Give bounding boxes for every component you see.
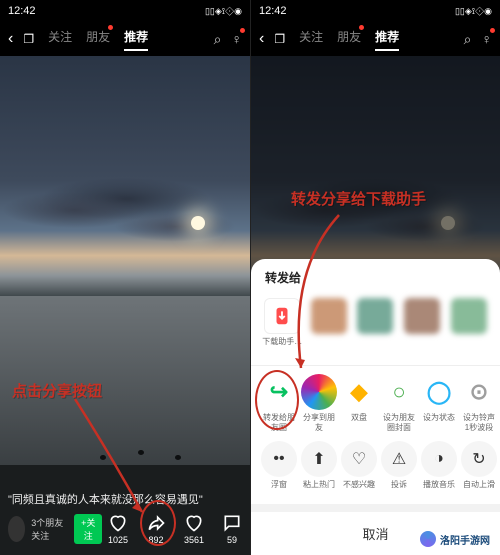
sheet-action-label: 转发给朋友圈 — [261, 413, 297, 433]
sheet-action-label: 设为状态 — [423, 413, 455, 433]
sheet-action-label: 设为朋友圈封面 — [381, 413, 417, 433]
windows-icon[interactable]: ❐ — [23, 32, 34, 46]
video-content[interactable]: "同频且真诚的人本来就没那么容易遇见" 3个朋友关注 +关注 1025 892 — [0, 56, 250, 555]
tab-recommend[interactable]: 推荐 — [375, 28, 399, 51]
dislike-icon: ♡ — [341, 441, 377, 477]
auto-play-icon: ↻ — [461, 441, 497, 477]
tab-follow[interactable]: 关注 — [299, 28, 323, 51]
heart-icon — [108, 513, 128, 533]
notification-dot — [240, 28, 245, 33]
windows-icon[interactable]: ❐ — [274, 32, 285, 46]
sheet-actions-row-1: ↪ 转发给朋友圈分享到朋友◆ 双盘 ○ 设为朋友圈封面◯ 设为状态 ⊙ 设为铃声 1秒波段 — [251, 370, 500, 437]
sheet-action-set-status[interactable]: ◯ 设为状态 — [421, 374, 457, 433]
sheet-title: 转发给 — [251, 269, 500, 294]
sheet-action-label: 设为铃声 1秒波段 — [461, 413, 497, 433]
sheet-action-dislike[interactable]: ♡ 不感兴趣 — [341, 441, 377, 500]
top-nav: ‹ ❐ 关注 朋友 推荐 ⌕ ♀ — [0, 22, 250, 56]
contact-blurred[interactable] — [401, 298, 444, 357]
more-icon: •• — [261, 441, 297, 477]
sheet-contacts-row: 下载助手… — [251, 294, 500, 361]
tab-friends[interactable]: 朋友 — [86, 28, 110, 51]
report-icon: ⚠ — [381, 441, 417, 477]
contact-blurred[interactable] — [354, 298, 397, 357]
ringtone-icon: ⊙ — [461, 374, 497, 410]
notification-dot — [108, 25, 113, 30]
sheet-action-hot[interactable]: ⬆ 粘上热门 — [301, 441, 337, 500]
sheet-action-label: 自动上滑 — [463, 480, 495, 500]
search-icon[interactable]: ⌕ — [464, 31, 472, 48]
sheet-action-set-cover[interactable]: ○ 设为朋友圈封面 — [381, 374, 417, 433]
status-time: 12:42 — [259, 5, 287, 17]
sheet-action-label: 浮窗 — [271, 480, 287, 500]
fav-count: 3561 — [184, 535, 204, 545]
heart-icon — [184, 513, 204, 533]
contact-label: 下载助手… — [262, 337, 302, 357]
share-icon — [146, 513, 166, 533]
watermark-text: 洛阳手游网 — [440, 532, 490, 547]
contact-download-helper[interactable]: 下载助手… — [261, 298, 304, 357]
notification-dot — [359, 25, 364, 30]
status-bar: 12:42 ▯▯◈⟟⟐◉ — [0, 0, 250, 22]
sheet-action-ringtone[interactable]: ⊙ 设为铃声 1秒波段 — [461, 374, 497, 433]
share-friend-icon — [301, 374, 337, 410]
friends-follow-label: 3个朋友关注 — [31, 516, 64, 542]
like-count: 1025 — [108, 535, 128, 545]
status-icons: ▯▯◈⟟⟐◉ — [205, 6, 242, 17]
tab-follow[interactable]: 关注 — [48, 28, 72, 51]
sheet-action-label: 粘上热门 — [303, 480, 335, 500]
fav-action[interactable]: 3561 — [184, 513, 204, 545]
left-phone: 12:42 ▯▯◈⟟⟐◉ ‹ ❐ 关注 朋友 推荐 ⌕ ♀ "同频且真诚的人本来… — [0, 0, 250, 555]
back-button[interactable]: ‹ — [8, 30, 13, 48]
sheet-action-label: 不感兴趣 — [343, 480, 375, 500]
sheet-action-label: 分享到朋友 — [301, 413, 337, 433]
search-icon[interactable]: ⌕ — [214, 31, 222, 48]
status-icons: ▯▯◈⟟⟐◉ — [455, 6, 492, 17]
tab-recommend[interactable]: 推荐 — [124, 28, 148, 51]
sheet-actions-row-2: •• 浮窗 ⬆ 粘上热门 ♡ 不感兴趣 ⚠ 投诉 ◑ 播放音乐 ↻ 自动上滑 — [251, 437, 500, 504]
contact-blurred[interactable] — [308, 298, 351, 357]
sheet-action-auto-play[interactable]: ↻ 自动上滑 — [461, 441, 497, 500]
sheet-action-label: 双盘 — [351, 413, 367, 433]
follow-button[interactable]: +关注 — [74, 514, 101, 544]
sheet-action-label: 播放音乐 — [423, 480, 455, 500]
shuangsè-icon: ◆ — [341, 374, 377, 410]
comment-count: 59 — [227, 535, 237, 545]
status-bar: 12:42 ▯▯◈⟟⟐◉ — [251, 0, 500, 22]
right-phone: 12:42 ▯▯◈⟟⟐◉ ‹ ❐ 关注 朋友 推荐 ⌕ ♀ 转发分享给下载助手 … — [250, 0, 500, 555]
sheet-action-shuangsè[interactable]: ◆ 双盘 — [341, 374, 377, 433]
hot-icon: ⬆ — [301, 441, 337, 477]
sheet-action-forward-friends[interactable]: ↪ 转发给朋友圈 — [261, 374, 297, 433]
sheet-action-label: 投诉 — [391, 480, 407, 500]
watermark: 洛阳手游网 — [416, 529, 494, 549]
avatar[interactable] — [8, 516, 25, 542]
video-caption: "同频且真诚的人本来就没那么容易遇见" — [8, 491, 242, 507]
sheet-action-play-music[interactable]: ◑ 播放音乐 — [421, 441, 457, 500]
like-action[interactable]: 1025 — [108, 513, 128, 545]
sheet-action-more[interactable]: •• 浮窗 — [261, 441, 297, 500]
play-music-icon: ◑ — [421, 441, 457, 477]
share-count: 892 — [148, 535, 163, 545]
status-time: 12:42 — [8, 5, 36, 17]
video-overlay: "同频且真诚的人本来就没那么容易遇见" 3个朋友关注 +关注 1025 892 — [0, 485, 250, 555]
set-status-icon: ◯ — [421, 374, 457, 410]
forward-friends-icon: ↪ — [261, 374, 297, 410]
back-button[interactable]: ‹ — [259, 30, 264, 48]
user-icon[interactable]: ♀ — [232, 31, 243, 47]
share-sheet: 转发给 下载助手… ↪ 转发给朋友圈分享到朋友◆ 双盘 ○ 设为朋友圈封面◯ 设为状态 ⊙ 设… — [251, 259, 500, 555]
comment-icon — [222, 513, 242, 533]
top-nav: ‹ ❐ 关注 朋友 推荐 ⌕ ♀ — [251, 22, 500, 56]
sheet-action-share-friend[interactable]: 分享到朋友 — [301, 374, 337, 433]
sheet-action-report[interactable]: ⚠ 投诉 — [381, 441, 417, 500]
contact-blurred[interactable] — [447, 298, 490, 357]
tab-friends[interactable]: 朋友 — [337, 28, 361, 51]
user-icon[interactable]: ♀ — [482, 31, 493, 47]
download-helper-icon — [271, 305, 293, 327]
set-cover-icon: ○ — [381, 374, 417, 410]
notification-dot — [490, 28, 495, 33]
watermark-logo-icon — [420, 531, 436, 547]
comment-action[interactable]: 59 — [222, 513, 242, 545]
share-action[interactable]: 892 — [146, 513, 166, 545]
